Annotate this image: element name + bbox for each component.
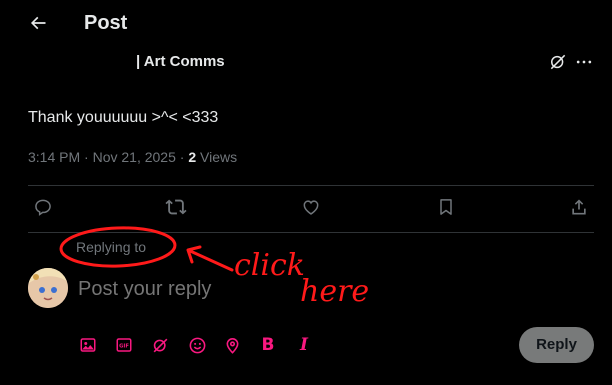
location-icon [226,337,238,354]
italic-icon: I [300,335,308,355]
bold-button[interactable]: B [257,334,279,356]
annotation-arrow [186,245,234,272]
location-button[interactable] [221,334,243,356]
avatar[interactable] [28,268,68,308]
italic-button[interactable]: I [293,334,315,356]
media-button[interactable] [77,334,99,356]
gif-icon: GIF [116,338,132,352]
emoji-icon [189,337,205,353]
avatar-image [28,268,68,308]
bold-icon: B [261,335,275,355]
gif-label: GIF [119,344,129,350]
image-icon [80,338,96,352]
grok-compose-button[interactable] [149,334,171,356]
gif-button[interactable]: GIF [113,334,135,356]
annotation-circle [59,226,177,268]
grok-icon [153,338,167,352]
reply-input[interactable] [78,276,378,302]
annotation-overlay [59,226,234,272]
emoji-button[interactable] [186,334,208,356]
reply-button[interactable]: Reply [519,327,594,363]
